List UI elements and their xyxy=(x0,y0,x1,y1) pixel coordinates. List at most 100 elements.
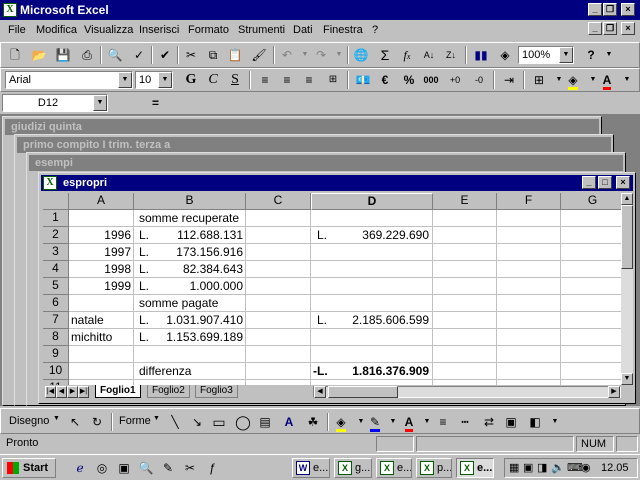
tray-app-icon[interactable]: ◉ xyxy=(581,461,591,474)
increase-decimal-icon[interactable]: +0 xyxy=(445,70,465,90)
cell-a7[interactable]: natale xyxy=(71,312,104,329)
cell-b8[interactable]: 1.153.699.189 xyxy=(153,329,243,346)
save-icon[interactable]: 💾 xyxy=(53,45,73,65)
print-icon[interactable]: ⎙ xyxy=(77,45,97,65)
help-dropdown-icon[interactable]: ▼ xyxy=(599,45,619,65)
formula-equals[interactable]: = xyxy=(152,96,159,110)
autosum-icon[interactable]: Σ xyxy=(375,45,395,65)
line-style-icon[interactable]: ≡ xyxy=(433,412,453,432)
tray-network-icon[interactable]: ▦ xyxy=(509,461,519,474)
italic-icon[interactable]: C xyxy=(203,70,223,90)
arrow-style-icon[interactable]: ⇄ xyxy=(479,412,499,432)
draw-font-color-icon[interactable]: A xyxy=(399,412,419,432)
select-objects-icon[interactable]: ↖ xyxy=(65,412,85,432)
cell-b10[interactable]: differenza xyxy=(139,363,191,380)
spreadsheet-grid[interactable]: A B C D E F G 1 2 3 4 5 6 7 8 9 10 11 xyxy=(43,193,621,385)
menu-visualizza[interactable]: Visualizza xyxy=(84,24,133,36)
horizontal-scrollbar[interactable]: ◀ ▶ xyxy=(313,386,621,398)
window-title-giudizi[interactable]: giudizi quinta xyxy=(5,119,599,135)
cell-b2[interactable]: 112.688.131 xyxy=(153,227,243,244)
outlook-quicklaunch-icon[interactable]: ◎ xyxy=(92,458,112,478)
scroll-right-icon[interactable]: ▶ xyxy=(608,386,620,398)
euro-icon[interactable]: € xyxy=(375,70,395,90)
sheet-tab-foglio1[interactable]: Foglio1 xyxy=(95,385,141,398)
workbook-icon[interactable]: X xyxy=(43,176,57,190)
task-button-1[interactable]: We... xyxy=(292,458,330,478)
select-all-corner[interactable] xyxy=(43,193,69,210)
copy-icon[interactable]: ⧉ xyxy=(203,45,223,65)
workbook-window[interactable]: X espropri _ □ × A B C D E F G 1 2 3 4 5… xyxy=(38,172,636,404)
row-header-6[interactable]: 6 xyxy=(43,295,69,312)
name-box-dropdown-icon[interactable]: ▼ xyxy=(93,95,107,111)
draw-fill-color-icon[interactable]: ◈ xyxy=(331,412,351,432)
task-button-4[interactable]: Xp... xyxy=(416,458,452,478)
cell-b5[interactable]: 1.000.000 xyxy=(153,278,243,295)
oval-icon[interactable]: ◯ xyxy=(233,412,253,432)
cell-d2[interactable]: 369.229.690 xyxy=(333,227,429,244)
formula-input[interactable] xyxy=(170,94,636,112)
doc-close-button[interactable]: × xyxy=(621,22,635,35)
name-box[interactable]: D12 ▼ xyxy=(2,94,108,112)
row-header-10[interactable]: 10 xyxy=(43,363,69,380)
cell-d10[interactable]: 1.816.376.909 xyxy=(333,363,429,380)
undo-icon[interactable]: ↶ xyxy=(277,45,297,65)
last-sheet-icon[interactable]: ▶| xyxy=(78,386,89,398)
font-color-dropdown-icon[interactable]: ▼ xyxy=(617,70,637,90)
task-button-5-active[interactable]: Xe... xyxy=(456,458,494,478)
close-button[interactable]: × xyxy=(621,3,635,16)
next-sheet-icon[interactable]: ▶ xyxy=(67,386,78,398)
scroll-thumb[interactable] xyxy=(621,205,633,269)
sheet-tab-foglio3[interactable]: Foglio3 xyxy=(195,385,238,398)
fill-color-icon[interactable]: ◈ xyxy=(563,70,583,90)
align-left-icon[interactable]: ≡ xyxy=(255,70,275,90)
underline-icon[interactable]: S xyxy=(225,70,245,90)
cell-a8[interactable]: michitto xyxy=(71,329,112,346)
prev-sheet-icon[interactable]: ◀ xyxy=(56,386,67,398)
row-header-7[interactable]: 7 xyxy=(43,312,69,329)
column-header-c[interactable]: C xyxy=(246,193,311,210)
column-header-d[interactable]: D xyxy=(311,193,433,210)
print-preview-icon[interactable]: 🔍 xyxy=(105,45,125,65)
tray-scheduler-icon[interactable]: ▣ xyxy=(523,461,533,474)
line-color-icon[interactable]: ✎ xyxy=(365,412,385,432)
hyperlink-icon[interactable]: 🌐 xyxy=(351,45,371,65)
font-name-dropdown-icon[interactable]: ▼ xyxy=(118,72,132,88)
menu-dati[interactable]: Dati xyxy=(293,24,313,36)
thousands-separator-icon[interactable]: 000 xyxy=(421,70,441,90)
workbook-minimize-button[interactable]: _ xyxy=(582,176,596,189)
menu-formato[interactable]: Formato xyxy=(188,24,229,36)
arrow-icon[interactable]: ↘ xyxy=(187,412,207,432)
desktop-quicklaunch-icon[interactable]: ▣ xyxy=(114,458,134,478)
tray-display-icon[interactable]: ◨ xyxy=(537,461,547,474)
doc-restore-button[interactable]: ❐ xyxy=(603,22,617,35)
align-right-icon[interactable]: ≡ xyxy=(299,70,319,90)
decrease-decimal-icon[interactable]: -0 xyxy=(469,70,489,90)
dash-style-icon[interactable]: ┅ xyxy=(455,412,475,432)
menu-strumenti[interactable]: Strumenti xyxy=(238,24,285,36)
ie-quicklaunch-icon[interactable]: ℯ xyxy=(70,458,90,478)
scroll-up-icon[interactable]: ▲ xyxy=(621,193,633,205)
font-size-select[interactable]: 10 ▼ xyxy=(135,71,173,89)
help-icon[interactable]: ? xyxy=(581,45,601,65)
format-painter-icon[interactable]: 🖌 xyxy=(249,45,269,65)
row-header-1[interactable]: 1 xyxy=(43,210,69,227)
cell-b6[interactable]: somme pagate xyxy=(139,295,218,312)
workbook-title-bar[interactable]: X espropri _ □ × xyxy=(41,175,633,191)
wordart-icon[interactable]: A xyxy=(279,412,299,432)
column-header-b[interactable]: B xyxy=(134,193,246,210)
menu-modifica[interactable]: Modifica xyxy=(36,24,77,36)
menu-file[interactable]: File xyxy=(8,24,26,36)
vertical-scrollbar[interactable]: ▲ ▼ xyxy=(621,193,633,385)
borders-icon[interactable]: ⊞ xyxy=(529,70,549,90)
doc-minimize-button[interactable]: _ xyxy=(588,22,602,35)
cell-b1[interactable]: somme recuperate xyxy=(139,210,239,227)
zoom-dropdown-icon[interactable]: ▼ xyxy=(559,47,573,63)
clipart-icon[interactable]: ☘ xyxy=(303,412,323,432)
cell-a2[interactable]: 1996 xyxy=(69,227,131,244)
disegno-dropdown-icon[interactable]: ▼ xyxy=(53,415,60,422)
zoom-select[interactable]: 100% ▼ xyxy=(518,46,574,64)
row-header-2[interactable]: 2 xyxy=(43,227,69,244)
scroll-left-icon[interactable]: ◀ xyxy=(314,386,326,398)
cell-a5[interactable]: 1999 xyxy=(69,278,131,295)
window-title-esempi[interactable]: esempi xyxy=(29,155,623,171)
